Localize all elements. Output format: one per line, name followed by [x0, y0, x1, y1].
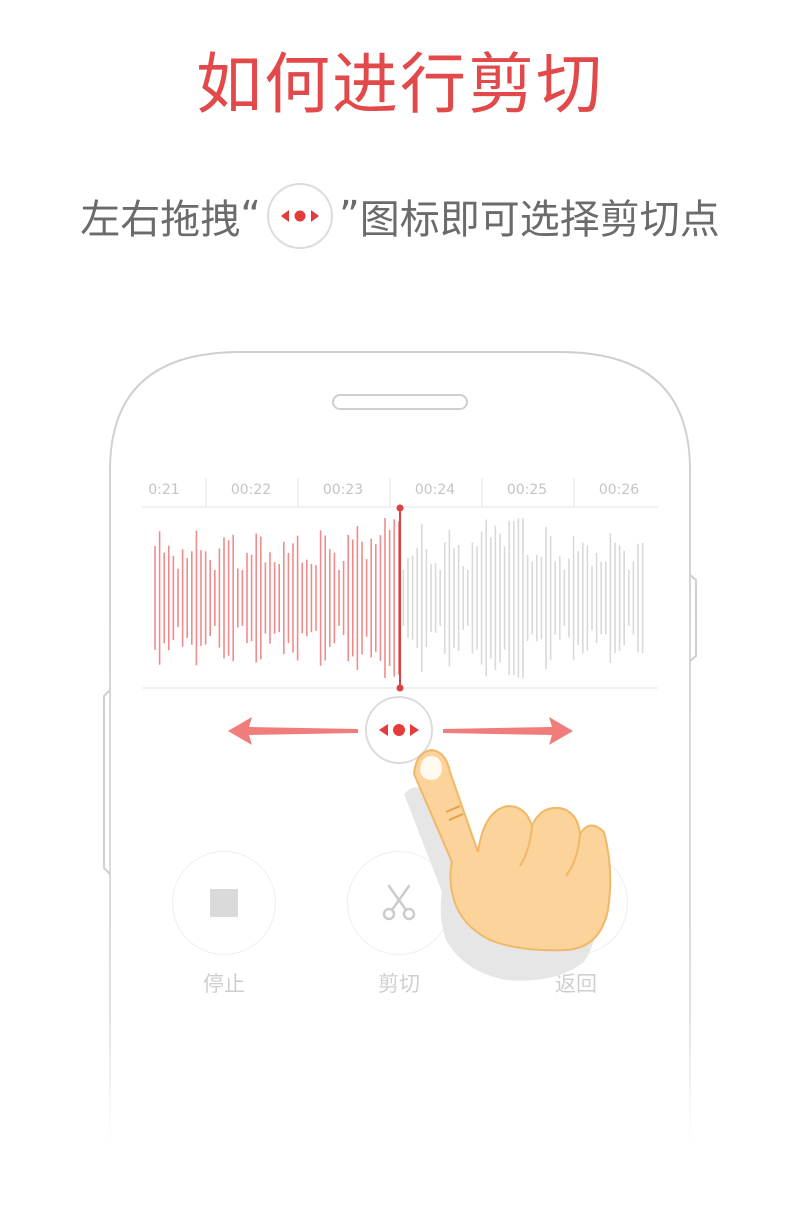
pointing-hand-icon — [404, 748, 612, 981]
tutorial-page: 如何进行剪切 左右拖拽 “ ” 图标即可选择剪切点 0:21 00:22 00:… — [0, 0, 800, 1230]
